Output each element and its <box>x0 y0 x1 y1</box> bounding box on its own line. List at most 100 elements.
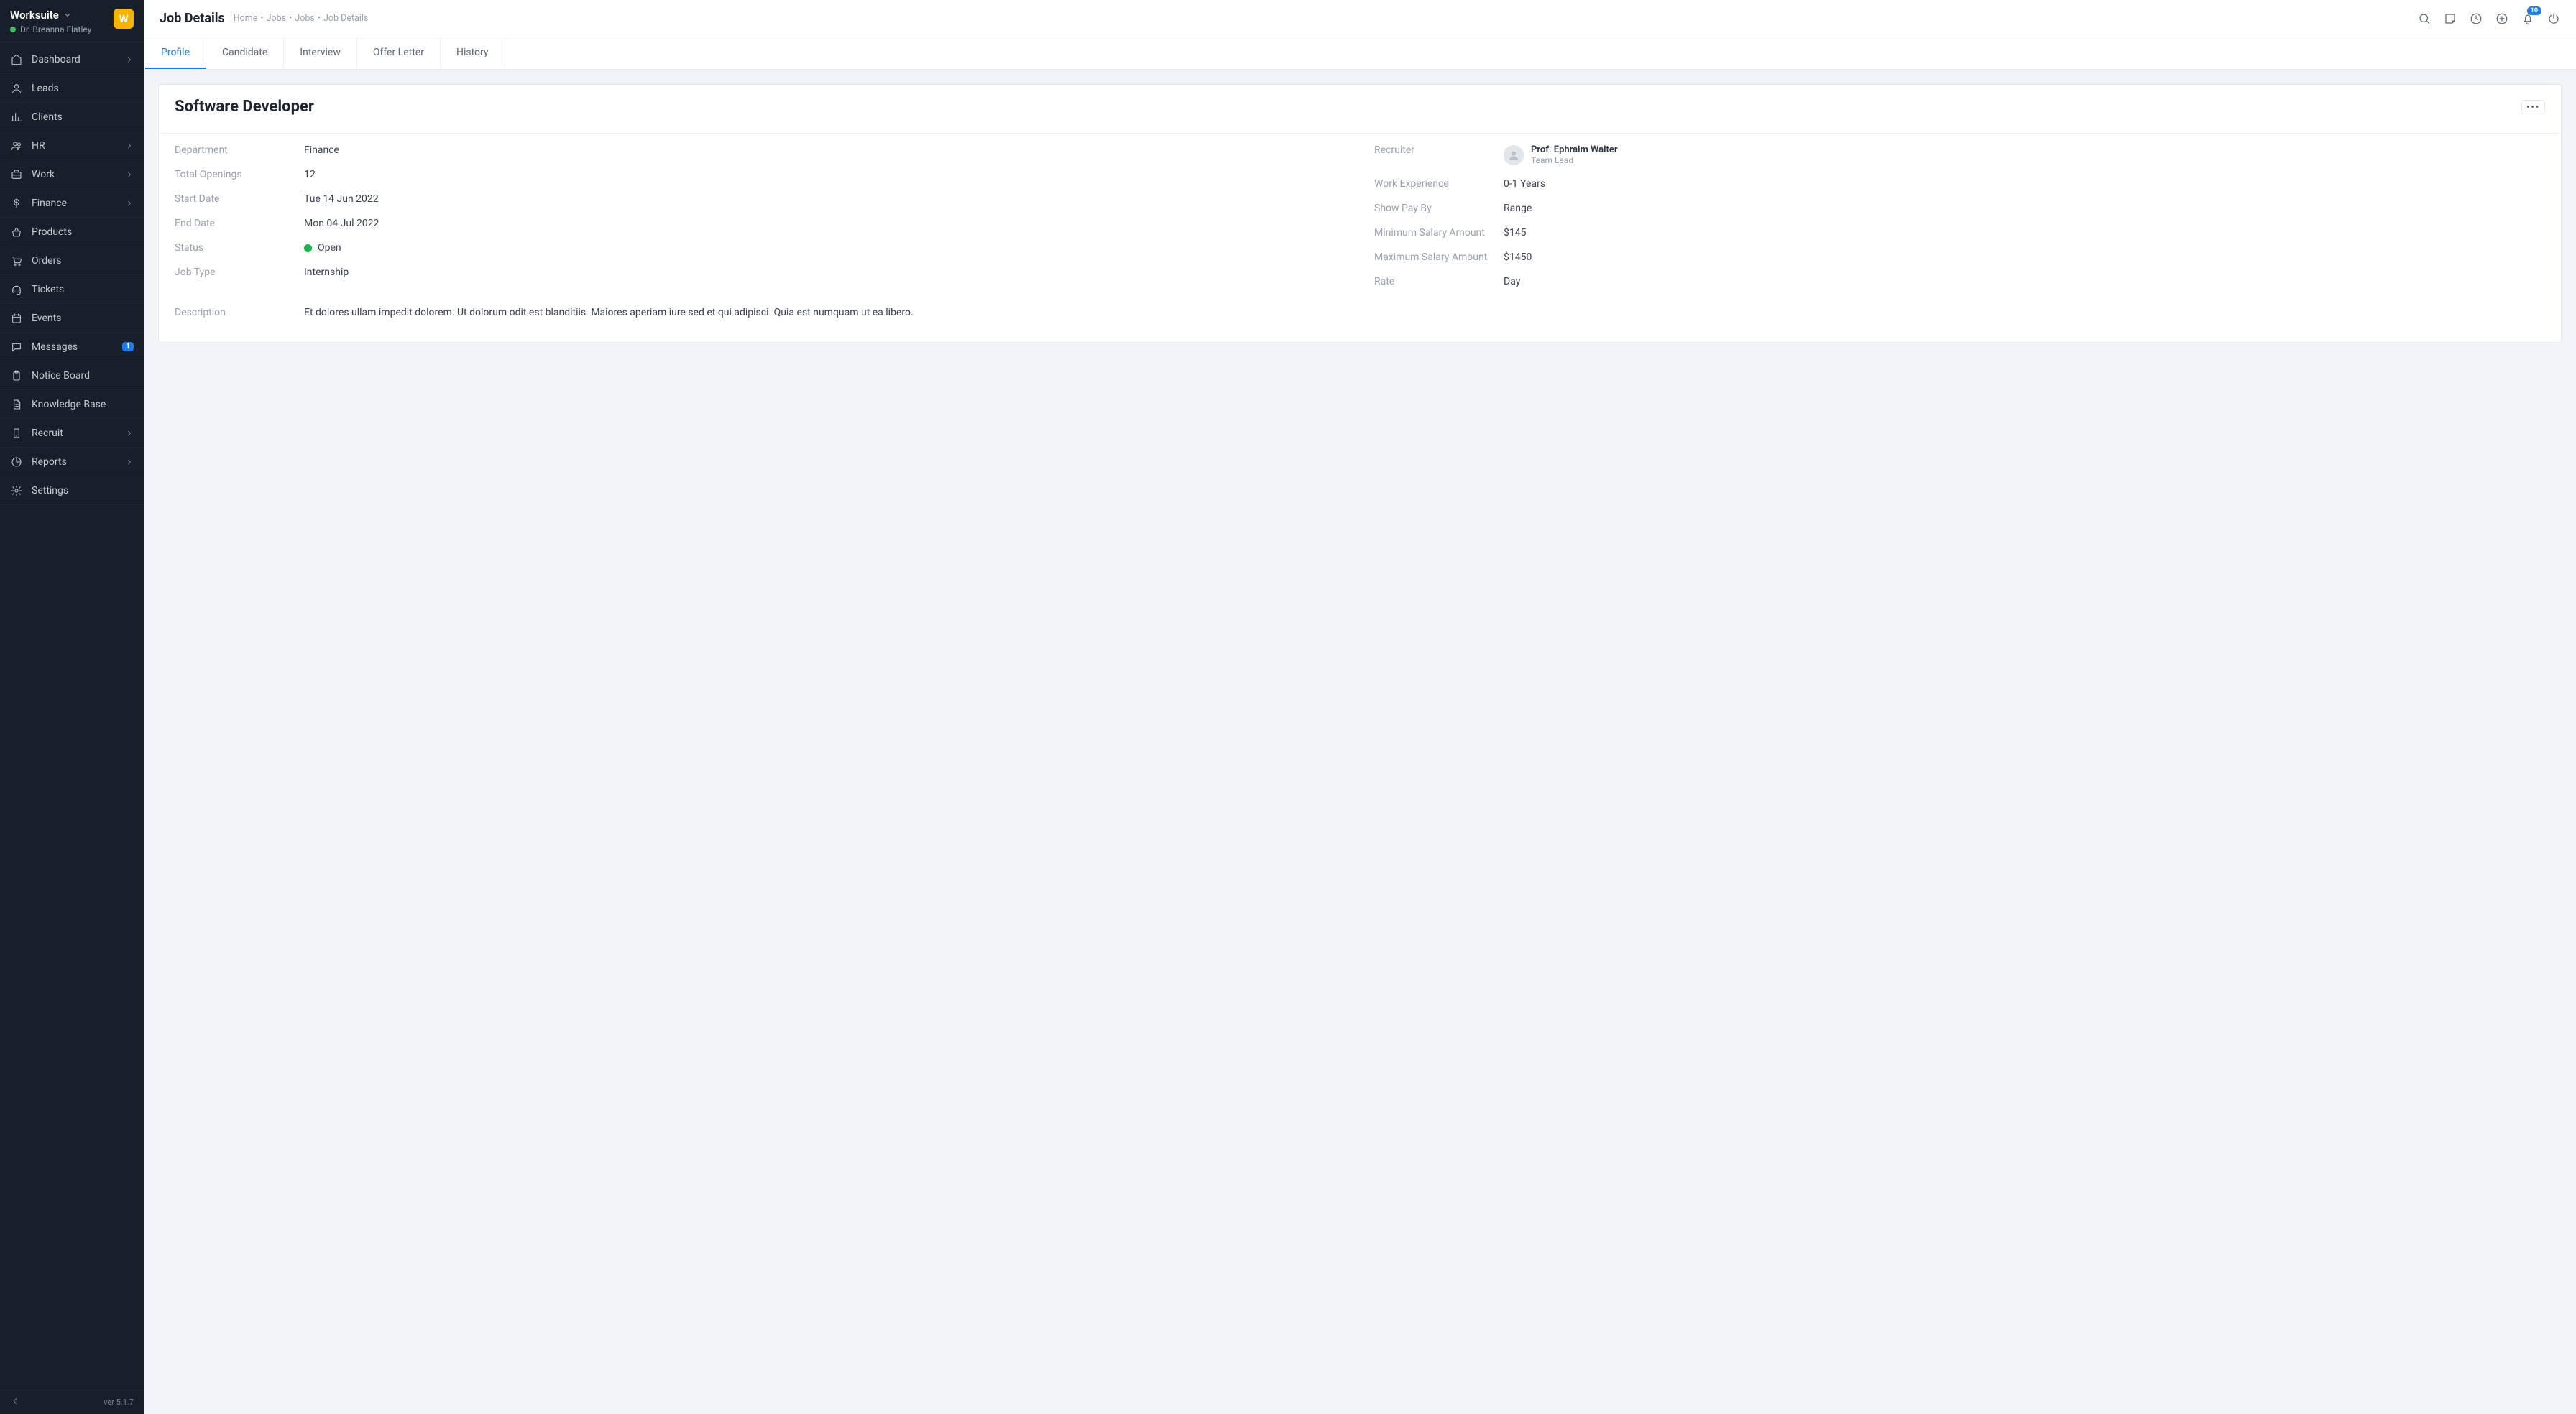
value-rate: Day <box>1504 276 1520 287</box>
label-max-salary: Maximum Salary Amount <box>1374 251 1504 263</box>
brand-switcher[interactable]: Worksuite <box>10 9 114 22</box>
sidebar-item-reports[interactable]: Reports <box>0 448 144 476</box>
notes-button[interactable] <box>2444 12 2457 25</box>
chevron-right-icon <box>125 142 134 150</box>
value-job-type: Internship <box>304 267 349 278</box>
sidebar-item-label: HR <box>32 140 125 152</box>
label-openings: Total Openings <box>175 169 304 180</box>
sidebar-item-label: Reports <box>32 456 125 468</box>
chevron-left-icon <box>10 1396 20 1406</box>
sidebar-item-events[interactable]: Events <box>0 304 144 333</box>
breadcrumb-separator: • <box>289 13 292 24</box>
row-department: DepartmentFinance <box>175 138 1346 162</box>
value-recruiter: Prof. Ephraim Walter Team Lead <box>1504 144 1618 165</box>
logout-button[interactable] <box>2547 12 2560 25</box>
sidebar-item-hr[interactable]: HR <box>0 131 144 160</box>
row-openings: Total Openings12 <box>175 162 1346 187</box>
avatar <box>1504 145 1524 165</box>
row-status: Status Open <box>175 236 1346 260</box>
value-max-salary: $1450 <box>1504 251 1532 263</box>
gear-icon <box>10 484 23 497</box>
tab-offer-letter[interactable]: Offer Letter <box>357 37 441 69</box>
status-dot-online <box>10 27 16 32</box>
sidebar-item-label: Work <box>32 169 125 180</box>
tab-history[interactable]: History <box>441 37 505 69</box>
job-right-column: Recruiter Prof. Ephraim Walter Team Lead <box>1374 138 2545 294</box>
timer-button[interactable] <box>2470 12 2483 25</box>
sidebar-item-products[interactable]: Products <box>0 218 144 246</box>
tab-profile[interactable]: Profile <box>145 37 206 69</box>
sidebar-item-label: Leads <box>32 83 134 94</box>
sidebar-item-clients[interactable]: Clients <box>0 103 144 131</box>
tab-candidate[interactable]: Candidate <box>206 37 284 69</box>
sidebar-item-tickets[interactable]: Tickets <box>0 275 144 304</box>
version-label: ver 5.1.7 <box>104 1397 134 1407</box>
current-user[interactable]: Dr. Breanna Flatley <box>10 24 114 34</box>
label-pay-by: Show Pay By <box>1374 203 1504 214</box>
recruiter-name: Prof. Ephraim Walter <box>1531 144 1618 155</box>
user-name: Dr. Breanna Flatley <box>20 24 91 34</box>
plus-circle-icon <box>2496 12 2508 25</box>
sidebar-item-label: Messages <box>32 341 118 353</box>
brand-logo[interactable]: W <box>114 9 134 29</box>
basket-icon <box>10 226 23 239</box>
sidebar-item-work[interactable]: Work <box>0 160 144 189</box>
search-button[interactable] <box>2418 12 2431 25</box>
notifications-button[interactable]: 10 <box>2521 12 2534 25</box>
chevron-right-icon <box>125 170 134 179</box>
message-icon <box>10 341 23 354</box>
label-job-type: Job Type <box>175 267 304 278</box>
row-experience: Work Experience0-1 Years <box>1374 172 2545 196</box>
status-dot-icon <box>304 244 312 252</box>
value-end-date: Mon 04 Jul 2022 <box>304 218 379 229</box>
row-recruiter: Recruiter Prof. Ephraim Walter Team Lead <box>1374 138 2545 172</box>
chevron-right-icon <box>125 199 134 208</box>
briefcase-icon <box>10 168 23 181</box>
sidebar-item-label: Orders <box>32 255 134 267</box>
power-icon <box>2547 12 2560 25</box>
value-status: Open <box>304 242 341 254</box>
value-department: Finance <box>304 144 339 156</box>
breadcrumb-item[interactable]: Home <box>234 13 258 24</box>
breadcrumb-item[interactable]: Jobs <box>295 13 315 24</box>
sidebar-item-label: Knowledge Base <box>32 399 134 410</box>
card-menu-button[interactable]: ••• <box>2521 100 2545 114</box>
sidebar-item-label: Recruit <box>32 428 125 439</box>
breadcrumb-item[interactable]: Jobs <box>267 13 287 24</box>
add-button[interactable] <box>2496 12 2508 25</box>
sidebar-item-leads[interactable]: Leads <box>0 74 144 103</box>
sidebar-item-label: Dashboard <box>32 54 125 65</box>
home-icon <box>10 53 23 66</box>
sidebar-item-dashboard[interactable]: Dashboard <box>0 45 144 74</box>
sidebar-item-knowledge-base[interactable]: Knowledge Base <box>0 390 144 419</box>
brand-name: Worksuite <box>10 9 59 22</box>
dollar-icon <box>10 197 23 210</box>
sidebar-footer: ver 5.1.7 <box>0 1390 144 1414</box>
job-left-column: DepartmentFinance Total Openings12 Start… <box>175 138 1346 294</box>
sidebar-header: Worksuite Dr. Breanna Flatley W <box>0 0 144 42</box>
sidebar-item-label: Events <box>32 313 134 324</box>
sidebar-item-settings[interactable]: Settings <box>0 476 144 505</box>
row-max-salary: Maximum Salary Amount$1450 <box>1374 245 2545 269</box>
row-description: Description Et dolores ullam impedit dol… <box>175 294 2545 320</box>
tab-interview[interactable]: Interview <box>284 37 357 69</box>
job-title: Software Developer <box>175 98 314 116</box>
job-card: Software Developer ••• DepartmentFinance… <box>158 84 2562 343</box>
sidebar-item-recruit[interactable]: Recruit <box>0 419 144 448</box>
clock-icon <box>2470 12 2483 25</box>
phone-icon <box>10 427 23 440</box>
row-job-type: Job TypeInternship <box>175 260 1346 285</box>
label-min-salary: Minimum Salary Amount <box>1374 227 1504 239</box>
users-icon <box>10 139 23 152</box>
sidebar-item-messages[interactable]: Messages1 <box>0 333 144 361</box>
collapse-sidebar-button[interactable] <box>10 1396 20 1408</box>
breadcrumb-separator: • <box>260 13 263 24</box>
recruiter-role: Team Lead <box>1531 155 1618 165</box>
sidebar-item-label: Finance <box>32 198 125 209</box>
sidebar-item-notice-board[interactable]: Notice Board <box>0 361 144 390</box>
sidebar-item-orders[interactable]: Orders <box>0 246 144 275</box>
page-title: Job Details <box>160 11 225 26</box>
sidebar-item-finance[interactable]: Finance <box>0 189 144 218</box>
chevron-right-icon <box>125 458 134 466</box>
value-openings: 12 <box>304 169 316 180</box>
